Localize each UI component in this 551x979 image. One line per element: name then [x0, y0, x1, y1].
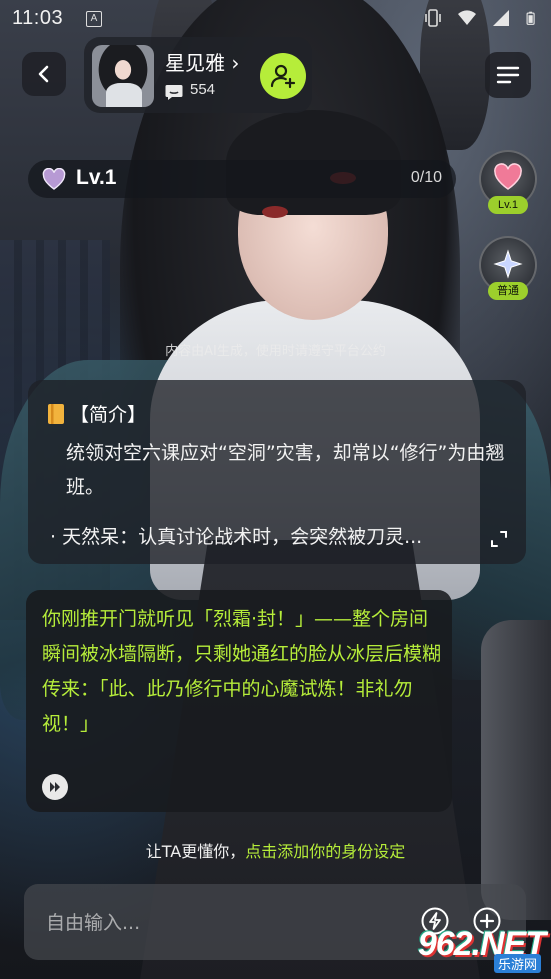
status-time: 11:03: [12, 7, 64, 29]
play-voice-button[interactable]: [42, 774, 68, 800]
status-bar: 11:03 A: [0, 0, 551, 38]
expand-icon[interactable]: [490, 530, 508, 548]
character-name[interactable]: 星见雅 ›: [165, 47, 239, 76]
chat-message-bubble[interactable]: 你刚推开门就听见「烈霜·封！」——整个房间瞬间被冰墙隔断，只剩她通红的脸从冰层后…: [26, 590, 452, 812]
intimacy-level-bar[interactable]: Lv.1 0/10: [28, 160, 456, 198]
intro-body: 统领对空六课应对“空洞”灾害，却常以“修行”为由翘班。: [46, 436, 508, 504]
battery-icon: [526, 11, 535, 25]
mode-badge-label: 普通: [488, 282, 528, 300]
intro-heading: 【简介】: [70, 404, 147, 426]
level-badge-label: Lv.1: [488, 196, 528, 214]
identity-prompt-text: 让TA更懂你，: [145, 842, 246, 861]
chat-message-text: 你刚推开门就听见「烈霜·封！」——整个房间瞬间被冰墙隔断，只剩她通红的脸从冰层后…: [42, 608, 442, 735]
book-icon: [48, 403, 64, 424]
add-user-icon: [270, 64, 296, 89]
intro-trait: · 天然呆：认真讨论战术时，会突然被刀灵...: [50, 526, 423, 548]
back-chevron-icon: [38, 65, 49, 83]
add-identity-link[interactable]: 点击添加你的身份设定: [245, 842, 405, 861]
mode-badge[interactable]: 普通: [479, 236, 537, 300]
notification-icon: A: [86, 11, 102, 27]
menu-icon: [496, 66, 520, 84]
play-icon: [50, 782, 60, 792]
message-count-icon: [165, 85, 183, 100]
site-watermark: 962.NET 乐游网: [413, 925, 546, 973]
avatar[interactable]: [92, 45, 154, 107]
heart-icon: [42, 168, 66, 190]
pink-heart-icon: [494, 163, 522, 190]
level-label: Lv.1: [76, 166, 117, 189]
character-intro-card[interactable]: 【简介】 统领对空六课应对“空洞”灾害，却常以“修行”为由翘班。 · 天然呆：认…: [28, 380, 526, 564]
message-count: 554: [190, 81, 216, 98]
intro-heading-row: 【简介】: [46, 400, 146, 427]
menu-button[interactable]: [485, 52, 531, 98]
watermark-subtitle: 乐游网: [493, 954, 541, 973]
vibrate-icon: [425, 9, 441, 27]
follow-button[interactable]: [260, 53, 306, 99]
chat-input[interactable]: [44, 906, 408, 940]
back-button[interactable]: [22, 52, 66, 96]
ai-generated-notice: 内容由AI生成，使用时请遵守平台公约: [165, 344, 386, 359]
intro-text: 统领对空六课应对“空洞”灾害，却常以“修行”为由翘班。: [66, 442, 505, 498]
wifi-icon: [458, 10, 476, 25]
level-progress: 0/10: [410, 169, 442, 186]
sparkle-icon: [493, 249, 523, 279]
identity-prompt: 让TA更懂你，点击添加你的身份设定: [0, 838, 551, 862]
level-badge[interactable]: Lv.1: [479, 150, 537, 214]
signal-icon: [493, 10, 509, 26]
